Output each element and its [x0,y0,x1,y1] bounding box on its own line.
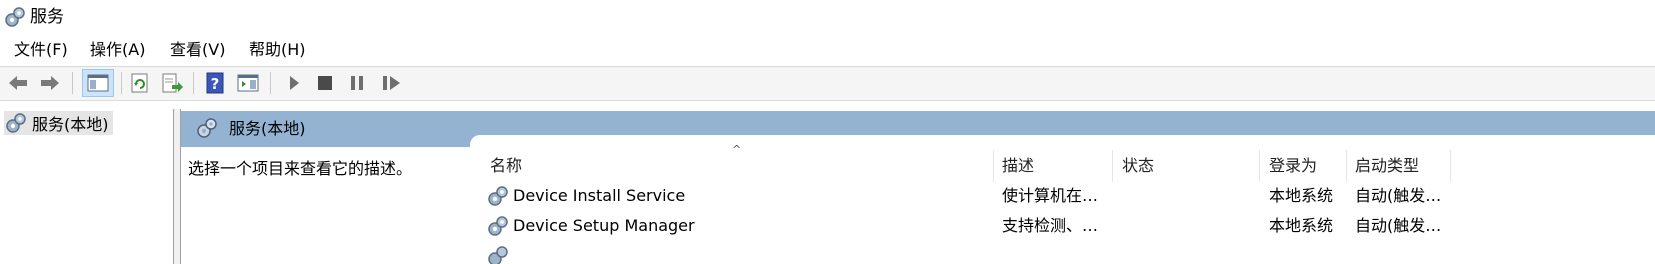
pause-service-icon[interactable] [345,71,369,95]
column-separator[interactable] [1112,150,1113,182]
column-separator[interactable] [1450,150,1451,182]
sort-ascending-icon: ^ [732,143,742,156]
service-gear-icon [488,246,508,264]
service-logon: 本地系统 [1269,216,1334,235]
start-service-icon[interactable] [282,71,306,95]
service-name: Device Setup Manager [513,216,695,235]
menu-action[interactable]: 操作(A) [90,39,145,61]
service-logon: 本地系统 [1269,186,1334,205]
tree-item-services-local[interactable]: 服务(本地) [4,111,113,135]
service-gear-icon [488,216,508,236]
column-header-logon[interactable]: 登录为 [1269,155,1317,177]
tree-item-label: 服务(本地) [32,115,109,134]
service-description: 使计算机在… [1002,186,1099,205]
column-separator[interactable] [1346,150,1347,182]
service-description: 支持检测、… [1002,216,1099,235]
toolbar-separator [193,72,194,94]
svg-text:?: ? [211,75,220,93]
service-startup-type: 自动(触发… [1355,186,1442,205]
service-gear-icon [488,186,508,206]
service-startup-type: 自动(触发… [1355,216,1442,235]
services-gear-icon [5,7,25,27]
column-separator[interactable] [1259,150,1260,182]
show-action-pane-icon[interactable] [236,71,260,95]
restart-service-icon[interactable] [380,71,404,95]
details-header-title: 服务(本地) [229,119,306,138]
refresh-icon[interactable] [128,71,152,95]
column-header-status[interactable]: 状态 [1122,155,1154,177]
export-list-icon[interactable] [160,71,184,95]
column-header-startup-type[interactable]: 启动类型 [1355,155,1419,177]
show-hide-console-tree-icon[interactable] [82,69,114,97]
column-separator[interactable] [993,150,994,182]
details-header-notch [470,135,1655,147]
table-row-partial[interactable] [486,244,1486,264]
services-gear-icon [197,118,217,138]
title-bar [0,0,1655,34]
services-gear-icon [6,113,26,133]
menu-help[interactable]: 帮助(H) [249,39,306,61]
column-header-description[interactable]: 描述 [1002,155,1034,177]
help-icon[interactable]: ? [203,71,227,95]
toolbar-separator [72,72,73,94]
service-description-text: 选择一个项目来查看它的描述。 [188,159,413,178]
toolbar-separator [121,72,122,94]
menu-view[interactable]: 查看(V) [170,39,225,61]
forward-arrow-icon[interactable] [38,71,62,95]
menu-file[interactable]: 文件(F) [14,39,68,61]
column-header-name[interactable]: 名称 [490,155,522,177]
stop-service-icon[interactable] [313,71,337,95]
window-title: 服务 [30,7,64,27]
service-name: Device Install Service [513,186,686,205]
toolbar-separator [270,72,271,94]
back-arrow-icon[interactable] [6,71,30,95]
